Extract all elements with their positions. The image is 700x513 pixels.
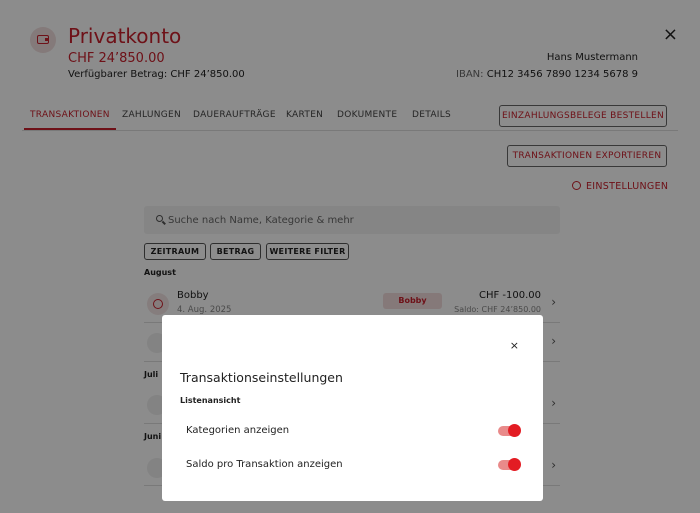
close-icon[interactable]: × bbox=[510, 339, 519, 352]
saldo-toggle[interactable] bbox=[498, 458, 521, 471]
setting-label: Saldo pro Transaktion anzeigen bbox=[186, 459, 343, 470]
setting-label: Kategorien anzeigen bbox=[186, 425, 290, 436]
categories-toggle[interactable] bbox=[498, 424, 521, 437]
transaction-settings-dialog: × Transaktionseinstellungen Listenansich… bbox=[162, 315, 543, 501]
setting-row-saldo: Saldo pro Transaktion anzeigen bbox=[186, 456, 521, 476]
dialog-subtitle: Listenansicht bbox=[180, 396, 241, 405]
setting-row-categories: Kategorien anzeigen bbox=[186, 422, 521, 442]
dialog-title: Transaktionseinstellungen bbox=[180, 370, 343, 385]
